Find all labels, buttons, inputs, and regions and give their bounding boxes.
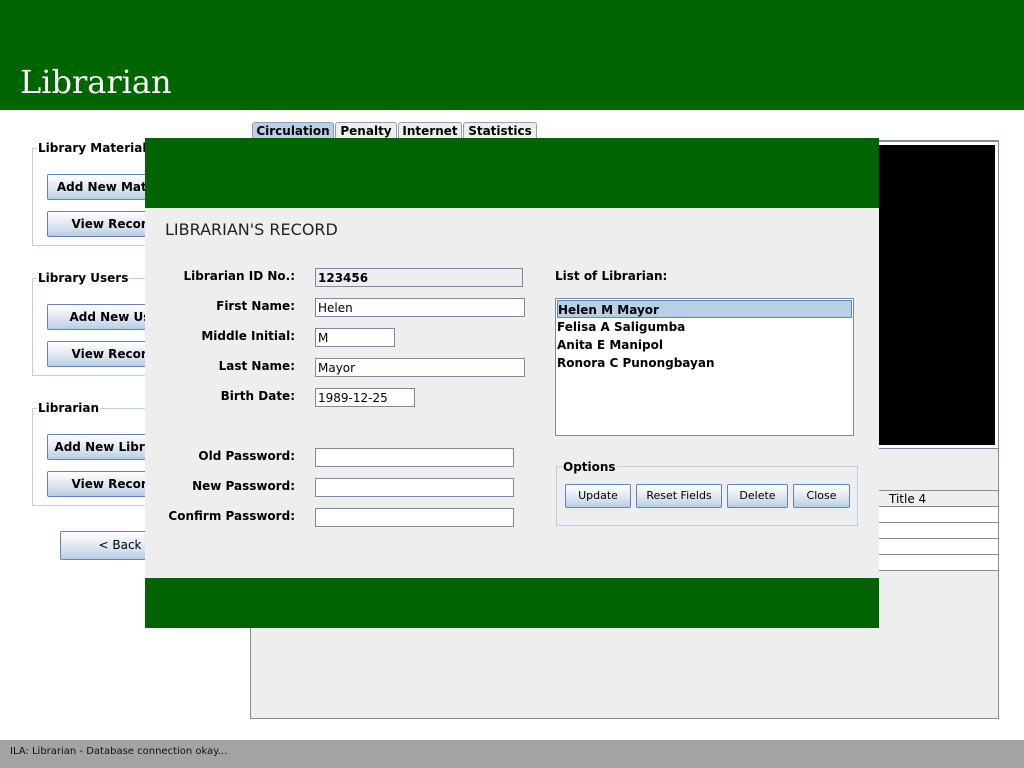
confirm-password-label: Confirm Password: (168, 509, 295, 523)
records-table[interactable]: Title 4 (871, 490, 999, 571)
new-password-input[interactable] (315, 478, 514, 497)
reset-fields-button[interactable]: Reset Fields (636, 484, 722, 508)
old-password-input[interactable] (315, 448, 514, 467)
dialog-footer-band (145, 578, 879, 628)
first-name-label: First Name: (216, 299, 295, 313)
page-title: Librarian (20, 63, 172, 101)
status-text: ILA: Librarian - Database connection oka… (10, 746, 228, 757)
group-title: Library Materials (37, 140, 155, 156)
options-title: Options (562, 459, 617, 475)
table-row[interactable] (872, 523, 998, 539)
middle-initial-label: Middle Initial: (201, 329, 295, 343)
table-column-header[interactable]: Title 4 (872, 491, 998, 507)
group-librarian: Librarian Add New Librarian View Records (32, 400, 187, 506)
group-title: Library Users (37, 270, 130, 286)
video-preview (871, 141, 999, 449)
options-group: Options Update Reset Fields Delete Close (556, 459, 858, 526)
group-library-materials: Library Materials Add New Material View … (32, 140, 187, 246)
confirm-password-input[interactable] (315, 508, 514, 527)
table-row[interactable] (872, 507, 998, 523)
birth-date-input[interactable]: 1989-12-25 (315, 388, 415, 407)
last-name-label: Last Name: (218, 359, 295, 373)
new-password-label: New Password: (192, 479, 295, 493)
old-password-label: Old Password: (198, 449, 295, 463)
close-button[interactable]: Close (793, 484, 850, 508)
librarian-id-field: 123456 (315, 268, 523, 287)
update-button[interactable]: Update (565, 484, 631, 508)
group-library-users: Library Users Add New User View Records (32, 270, 187, 376)
dialog-header-band (145, 138, 879, 208)
librarian-list-label: List of Librarian: (555, 269, 668, 283)
last-name-input[interactable]: Mayor (315, 358, 525, 377)
list-item[interactable]: Ronora C Punongbayan (557, 354, 852, 372)
group-title: Librarian (37, 400, 101, 416)
status-bar: ILA: Librarian - Database connection oka… (0, 740, 1024, 768)
birth-date-label: Birth Date: (220, 389, 295, 403)
list-item[interactable]: Helen M Mayor (557, 300, 852, 318)
delete-button[interactable]: Delete (727, 484, 788, 508)
list-item[interactable]: Anita E Manipol (557, 336, 852, 354)
librarian-record-dialog: LIBRARIAN'S RECORD Librarian ID No.: 123… (145, 138, 879, 628)
librarian-list[interactable]: Helen M Mayor Felisa A Saligumba Anita E… (555, 298, 854, 436)
list-item[interactable]: Felisa A Saligumba (557, 318, 852, 336)
dialog-title: LIBRARIAN'S RECORD (165, 220, 338, 239)
middle-initial-input[interactable]: M (315, 328, 395, 347)
app-header: Librarian (0, 0, 1024, 110)
first-name-input[interactable]: Helen (315, 298, 525, 317)
librarian-id-label: Librarian ID No.: (183, 269, 295, 283)
table-row[interactable] (872, 539, 998, 555)
